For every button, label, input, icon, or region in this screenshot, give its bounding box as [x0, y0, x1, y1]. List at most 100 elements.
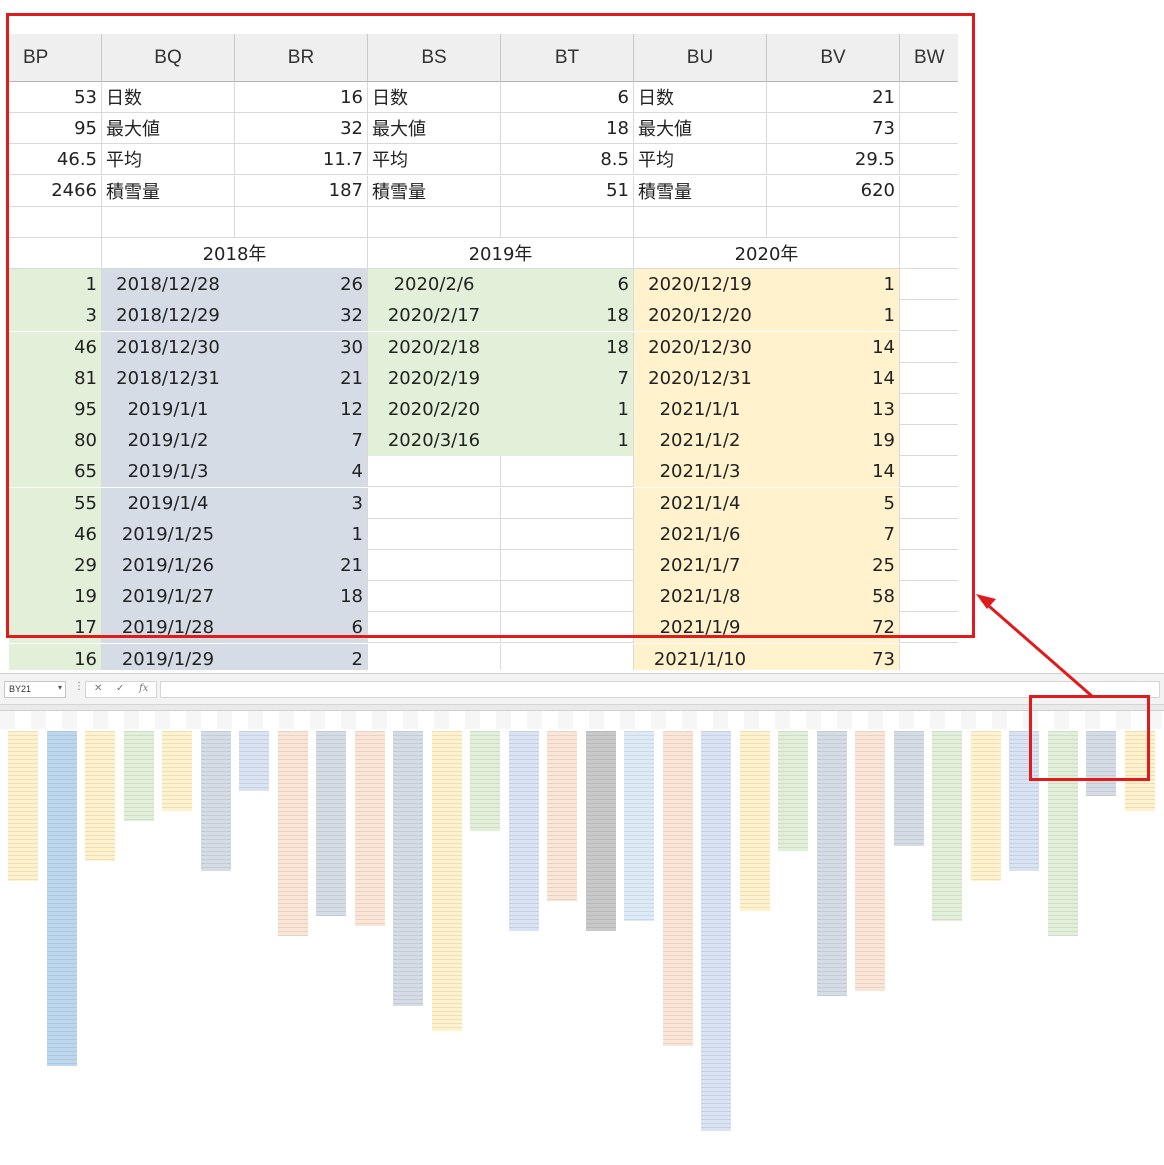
cell[interactable]: 14 — [767, 331, 900, 363]
cell[interactable] — [900, 394, 958, 425]
cancel-icon[interactable]: ✕ — [94, 683, 102, 694]
column-header[interactable]: BS — [368, 34, 501, 82]
cell[interactable]: 8.5 — [501, 144, 634, 176]
cell[interactable]: 2018/12/28 — [102, 269, 235, 301]
cell[interactable]: 積雪量 — [102, 175, 235, 207]
cell[interactable]: 2019/1/2 — [102, 425, 235, 457]
cell[interactable]: 6 — [501, 269, 634, 301]
cell[interactable]: 2020/12/30 — [634, 331, 767, 363]
cell[interactable] — [9, 238, 102, 269]
cell[interactable]: 2021/1/9 — [634, 612, 767, 644]
cell[interactable]: 2020/12/31 — [634, 362, 767, 394]
cell[interactable]: 平均 — [368, 144, 501, 176]
cell[interactable] — [501, 643, 634, 670]
cell[interactable] — [900, 207, 958, 238]
cell[interactable] — [900, 581, 958, 613]
cell[interactable]: 2020/2/18 — [368, 331, 501, 363]
cell[interactable]: 2019/1/28 — [102, 612, 235, 644]
cell[interactable]: 12 — [235, 394, 368, 425]
cell[interactable] — [900, 550, 958, 581]
cell[interactable]: 81 — [9, 362, 102, 394]
cell[interactable]: 6 — [235, 612, 368, 644]
cell[interactable]: 2021/1/2 — [634, 425, 767, 457]
cell[interactable]: 2020/12/20 — [634, 300, 767, 332]
cell[interactable] — [368, 206, 501, 238]
cell[interactable]: 14 — [767, 362, 900, 394]
cell[interactable] — [634, 206, 767, 238]
cell[interactable]: 95 — [9, 394, 102, 425]
cell[interactable]: 21 — [235, 362, 368, 394]
cell[interactable]: 18 — [501, 331, 634, 363]
cell[interactable] — [501, 550, 634, 581]
cell[interactable]: 19 — [767, 425, 900, 457]
cell[interactable]: 29 — [9, 550, 102, 581]
cell[interactable]: 46 — [9, 518, 102, 550]
year-header[interactable]: 2018年 — [102, 238, 368, 269]
cell[interactable]: 2020/2/20 — [368, 394, 501, 425]
cell[interactable]: 2021/1/3 — [634, 456, 767, 488]
cell[interactable] — [501, 206, 634, 238]
cell[interactable]: 72 — [767, 612, 900, 644]
cell[interactable] — [368, 550, 501, 581]
cell[interactable]: 2021/1/4 — [634, 487, 767, 519]
cell[interactable]: 2019/1/4 — [102, 487, 235, 519]
cell[interactable] — [501, 518, 634, 550]
cell[interactable]: 11.7 — [235, 144, 368, 176]
cell[interactable] — [900, 332, 958, 363]
cell[interactable]: 1 — [501, 394, 634, 425]
cell[interactable]: 13 — [767, 394, 900, 425]
cell[interactable]: 21 — [235, 550, 368, 581]
cell[interactable]: 32 — [235, 300, 368, 332]
cell[interactable]: 2018/12/29 — [102, 300, 235, 332]
cell[interactable]: 1 — [235, 518, 368, 550]
cell[interactable]: 4 — [235, 456, 368, 488]
cell[interactable]: 7 — [767, 518, 900, 550]
cell[interactable]: 80 — [9, 425, 102, 457]
cell[interactable]: 2021/1/6 — [634, 518, 767, 550]
cell[interactable]: 5 — [767, 487, 900, 519]
cell[interactable]: 日数 — [102, 82, 235, 113]
cell[interactable]: 日数 — [368, 82, 501, 113]
cell[interactable]: 19 — [9, 581, 102, 613]
cell[interactable]: 積雪量 — [634, 175, 767, 207]
column-header[interactable]: BQ — [102, 34, 235, 82]
cell[interactable] — [767, 206, 900, 238]
cell[interactable]: 2018/12/31 — [102, 362, 235, 394]
cell[interactable]: 2019/1/27 — [102, 581, 235, 613]
cell[interactable] — [900, 300, 958, 332]
cell[interactable] — [368, 487, 501, 519]
cell[interactable]: 2019/1/3 — [102, 456, 235, 488]
cell[interactable]: 29.5 — [767, 144, 900, 176]
cell[interactable]: 32 — [235, 113, 368, 145]
cell[interactable] — [900, 519, 958, 550]
cell[interactable]: 17 — [9, 612, 102, 644]
cell[interactable] — [900, 269, 958, 301]
cell[interactable]: 2466 — [9, 175, 102, 207]
cell[interactable]: 46.5 — [9, 144, 102, 176]
cell[interactable]: 55 — [9, 487, 102, 519]
cell[interactable] — [501, 612, 634, 644]
cell[interactable] — [900, 612, 958, 644]
cell[interactable] — [102, 206, 235, 238]
cell[interactable]: 620 — [767, 175, 900, 207]
year-header[interactable]: 2019年 — [368, 238, 634, 269]
cell[interactable]: 2019/1/1 — [102, 394, 235, 425]
cell[interactable]: 積雪量 — [368, 175, 501, 207]
cell[interactable]: 2019/1/29 — [102, 643, 235, 670]
cell[interactable] — [9, 206, 102, 238]
cell[interactable] — [368, 456, 501, 488]
cell[interactable]: 58 — [767, 581, 900, 613]
column-header[interactable]: BU — [634, 34, 767, 82]
column-header[interactable]: BV — [767, 34, 900, 82]
cell[interactable]: 18 — [501, 300, 634, 332]
cell[interactable] — [368, 581, 501, 613]
cell[interactable] — [900, 456, 958, 488]
cell[interactable]: 2021/1/10 — [634, 643, 767, 670]
column-header[interactable]: BT — [501, 34, 634, 82]
cell[interactable] — [501, 456, 634, 488]
cell[interactable]: 16 — [235, 82, 368, 113]
cell[interactable]: 2019/1/25 — [102, 518, 235, 550]
name-box[interactable]: BY21 ▾ — [4, 681, 66, 698]
cell[interactable]: 7 — [501, 362, 634, 394]
cell[interactable]: 2020/3/16 — [368, 425, 501, 457]
